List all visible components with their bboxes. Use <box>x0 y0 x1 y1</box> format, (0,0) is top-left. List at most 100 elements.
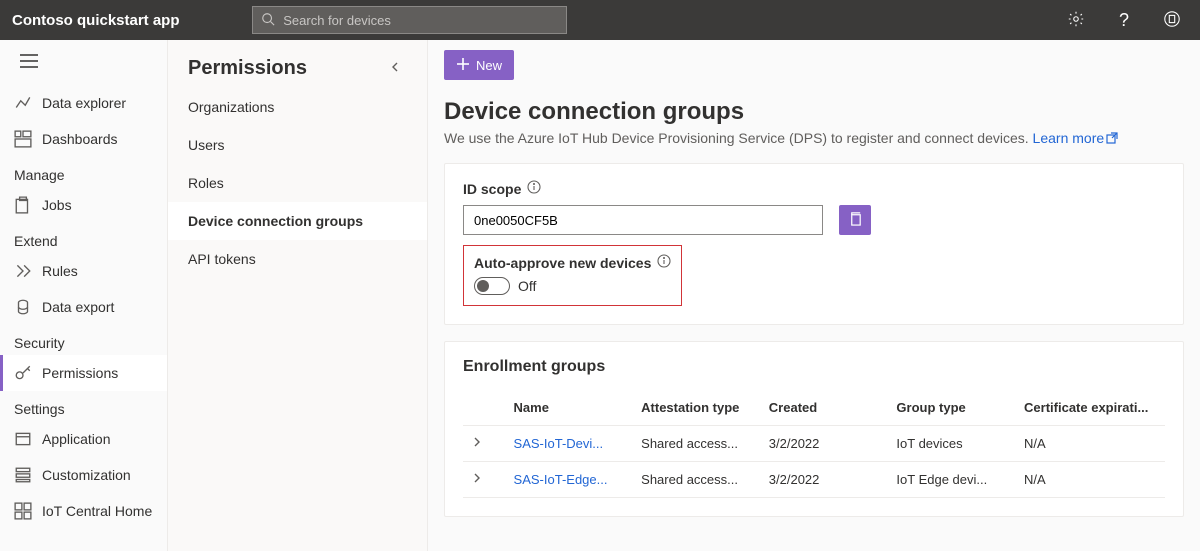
nav-label: Rules <box>42 263 78 279</box>
topbar-right: ? <box>1060 4 1188 36</box>
table-row[interactable]: SAS-IoT-Devi... Shared access... 3/2/202… <box>463 426 1165 462</box>
app-title: Contoso quickstart app <box>12 12 180 29</box>
cell-cert: N/A <box>1016 462 1165 498</box>
learn-more-link[interactable]: Learn more <box>1033 130 1119 146</box>
nav-section-security: Security <box>0 325 167 355</box>
id-scope-card: ID scope Auto-approve new devices Off <box>444 163 1184 325</box>
copy-id-button[interactable] <box>839 205 871 235</box>
collapse-secondary-nav[interactable] <box>383 56 407 80</box>
dashboards-icon <box>14 130 32 148</box>
gear-icon <box>1067 10 1085 31</box>
id-scope-label: ID scope <box>463 181 521 197</box>
new-button-label: New <box>476 58 502 73</box>
search-icon <box>261 12 283 29</box>
main-content: New Device connection groups We use the … <box>428 40 1200 551</box>
settings-button[interactable] <box>1060 4 1092 36</box>
group-name-link[interactable]: SAS-IoT-Devi... <box>506 426 634 462</box>
nav2-device-connection-groups[interactable]: Device connection groups <box>168 202 427 240</box>
nav2-api-tokens[interactable]: API tokens <box>168 240 427 278</box>
nav-label: Application <box>42 431 111 447</box>
feedback-icon <box>1163 10 1181 31</box>
nav-label: Customization <box>42 467 131 483</box>
nav-label: Data explorer <box>42 95 126 111</box>
chevron-right-icon <box>471 472 483 487</box>
auto-approve-highlight: Auto-approve new devices Off <box>463 245 682 306</box>
nav-dashboards[interactable]: Dashboards <box>0 121 167 157</box>
data-export-icon <box>14 298 32 316</box>
nav-permissions[interactable]: Permissions <box>0 355 167 391</box>
home-icon <box>14 502 32 520</box>
cell-attestation: Shared access... <box>633 462 761 498</box>
enrollment-title: Enrollment groups <box>463 358 1165 376</box>
expand-row[interactable] <box>463 426 506 462</box>
nav-section-extend: Extend <box>0 223 167 253</box>
table-row[interactable]: SAS-IoT-Edge... Shared access... 3/2/202… <box>463 462 1165 498</box>
external-link-icon <box>1106 131 1118 147</box>
nav-data-export[interactable]: Data export <box>0 289 167 325</box>
chevron-left-icon <box>389 60 401 76</box>
nav-application[interactable]: Application <box>0 421 167 457</box>
nav-iot-central-home[interactable]: IoT Central Home <box>0 493 167 529</box>
col-group-type[interactable]: Group type <box>888 390 1016 426</box>
nav-label: Jobs <box>42 197 72 213</box>
plus-icon <box>456 57 470 74</box>
id-scope-label-row: ID scope <box>463 180 1165 197</box>
cell-cert: N/A <box>1016 426 1165 462</box>
cell-created: 3/2/2022 <box>761 426 889 462</box>
nav-primary: Data explorer Dashboards Manage Jobs Ext… <box>0 40 168 551</box>
application-icon <box>14 430 32 448</box>
hamburger-icon <box>20 55 38 71</box>
rules-icon <box>14 262 32 280</box>
nav-data-explorer[interactable]: Data explorer <box>0 85 167 121</box>
cell-attestation: Shared access... <box>633 426 761 462</box>
search-box[interactable] <box>252 6 567 34</box>
nav-section-settings: Settings <box>0 391 167 421</box>
nav2-organizations[interactable]: Organizations <box>168 88 427 126</box>
info-icon[interactable] <box>657 254 671 271</box>
nav-jobs[interactable]: Jobs <box>0 187 167 223</box>
page-title: Device connection groups <box>444 98 1184 126</box>
feedback-button[interactable] <box>1156 4 1188 36</box>
expand-row[interactable] <box>463 462 506 498</box>
page-description: We use the Azure IoT Hub Device Provisio… <box>444 130 1184 147</box>
help-icon: ? <box>1119 10 1129 31</box>
secondary-nav-title: Permissions <box>188 57 383 80</box>
nav-secondary: Permissions Organizations Users Roles De… <box>168 40 428 551</box>
nav-section-manage: Manage <box>0 157 167 187</box>
nav2-roles[interactable]: Roles <box>168 164 427 202</box>
permissions-icon <box>14 364 32 382</box>
chevron-right-icon <box>471 436 483 451</box>
cell-group-type: IoT devices <box>888 426 1016 462</box>
nav-label: Permissions <box>42 365 118 381</box>
nav2-users[interactable]: Users <box>168 126 427 164</box>
search-input[interactable] <box>283 13 558 28</box>
info-icon[interactable] <box>527 180 541 197</box>
cell-created: 3/2/2022 <box>761 462 889 498</box>
col-cert-expiration[interactable]: Certificate expirati... <box>1016 390 1165 426</box>
table-header-row: Name Attestation type Created Group type… <box>463 390 1165 426</box>
customization-icon <box>14 466 32 484</box>
col-attestation[interactable]: Attestation type <box>633 390 761 426</box>
auto-approve-label: Auto-approve new devices <box>474 255 651 271</box>
help-button[interactable]: ? <box>1108 4 1140 36</box>
nav-rules[interactable]: Rules <box>0 253 167 289</box>
auto-approve-toggle[interactable] <box>474 277 510 295</box>
enrollment-table: Name Attestation type Created Group type… <box>463 390 1165 498</box>
enrollment-card: Enrollment groups Name Attestation type … <box>444 341 1184 517</box>
cell-group-type: IoT Edge devi... <box>888 462 1016 498</box>
nav-label: IoT Central Home <box>42 503 152 519</box>
nav-customization[interactable]: Customization <box>0 457 167 493</box>
nav-label: Data export <box>42 299 114 315</box>
jobs-icon <box>14 196 32 214</box>
data-explorer-icon <box>14 94 32 112</box>
group-name-link[interactable]: SAS-IoT-Edge... <box>506 462 634 498</box>
new-button[interactable]: New <box>444 50 514 80</box>
nav-toggle[interactable] <box>0 46 167 85</box>
nav-label: Dashboards <box>42 131 118 147</box>
topbar: Contoso quickstart app ? <box>0 0 1200 40</box>
col-name[interactable]: Name <box>506 390 634 426</box>
id-scope-input[interactable] <box>463 205 823 235</box>
copy-icon <box>848 211 863 229</box>
col-created[interactable]: Created <box>761 390 889 426</box>
auto-approve-status: Off <box>518 278 536 294</box>
